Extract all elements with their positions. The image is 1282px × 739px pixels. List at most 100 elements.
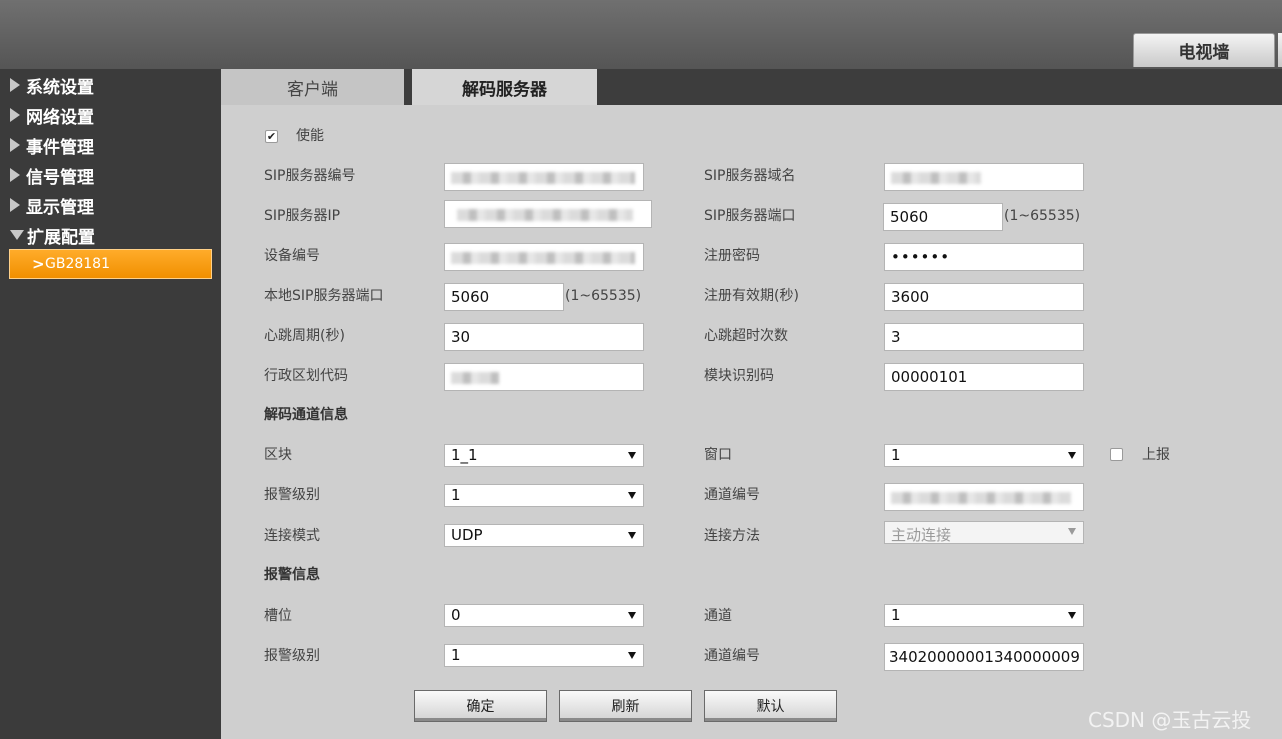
sidebar-item-extension-config[interactable]: 扩展配置	[10, 220, 210, 250]
sidebar-item-signal-management[interactable]: 信号管理	[10, 160, 210, 190]
tab-tv-wall[interactable]: 电视墙	[1133, 33, 1275, 67]
local-sip-port-input[interactable]: 5060	[444, 283, 564, 311]
connect-method-select: 主动连接	[884, 521, 1084, 544]
device-id-input[interactable]	[444, 243, 644, 271]
slot-select-value: 0	[451, 606, 461, 624]
admin-region-code-input[interactable]	[444, 363, 644, 391]
alarm-level-label: 报警级别	[264, 487, 320, 503]
sidebar-item-event-management[interactable]: 事件管理	[10, 130, 210, 160]
channel-select-value: 1	[891, 606, 901, 624]
heartbeat-timeout-input[interactable]: 3	[884, 323, 1084, 351]
chevron-right-icon	[10, 78, 20, 92]
chevron-right-icon	[10, 138, 20, 152]
window-select[interactable]: 1	[884, 444, 1084, 467]
redacted-value	[451, 252, 635, 264]
sip-server-id-label: SIP服务器编号	[264, 168, 356, 184]
sidebar-item-label: 系统设置	[26, 77, 94, 98]
chevron-down-icon	[10, 230, 24, 240]
top-bar	[0, 0, 1282, 69]
channel-id-label: 通道编号	[704, 487, 760, 503]
register-validity-label: 注册有效期(秒)	[704, 288, 799, 304]
channel-select[interactable]: 1	[884, 604, 1084, 627]
connect-method-select-value: 主动连接	[891, 526, 952, 544]
chevron-right-icon: >	[32, 255, 45, 273]
enable-checkbox[interactable]: ✔	[265, 130, 278, 143]
window-label: 窗口	[704, 447, 732, 463]
chevron-right-icon	[10, 168, 20, 182]
alarm-level-select-value: 1	[451, 486, 461, 504]
tab-stub	[1278, 33, 1282, 67]
tab-decode-server[interactable]: 解码服务器	[412, 69, 597, 105]
refresh-button[interactable]: 刷新	[559, 690, 692, 722]
dropdown-arrow-icon	[628, 532, 636, 539]
connect-mode-select[interactable]: UDP	[444, 524, 644, 547]
sidebar-item-network-settings[interactable]: 网络设置	[10, 100, 210, 130]
local-sip-port-label: 本地SIP服务器端口	[264, 288, 384, 304]
redacted-value	[451, 172, 635, 184]
register-validity-input[interactable]: 3600	[884, 283, 1084, 311]
decode-channel-section-title: 解码通道信息	[264, 407, 348, 423]
heartbeat-period-label: 心跳周期(秒)	[264, 328, 345, 344]
chevron-right-icon	[10, 198, 20, 212]
sidebar: 系统设置 网络设置 事件管理 信号管理 显示管理 扩展配置 > GB28181	[0, 69, 221, 739]
tab-client[interactable]: 客户端	[221, 69, 404, 105]
module-id-code-label: 模块识别码	[704, 368, 774, 384]
sidebar-item-label: 显示管理	[26, 197, 94, 218]
sidebar-item-label: 事件管理	[26, 137, 94, 158]
default-button[interactable]: 默认	[704, 690, 837, 722]
dropdown-arrow-icon	[1068, 528, 1076, 535]
register-password-input[interactable]: ••••••	[884, 243, 1084, 271]
sip-server-ip-label: SIP服务器IP	[264, 208, 341, 224]
admin-region-code-label: 行政区划代码	[264, 368, 348, 384]
alarm-level-2-label: 报警级别	[264, 648, 320, 664]
heartbeat-timeout-label: 心跳超时次数	[704, 328, 788, 344]
alarm-level-2-select[interactable]: 1	[444, 644, 644, 667]
module-id-code-input[interactable]: 00000101	[884, 363, 1084, 391]
sip-server-id-input[interactable]	[444, 163, 644, 191]
sip-server-domain-input[interactable]	[884, 163, 1084, 191]
connect-method-label: 连接方法	[704, 528, 760, 544]
redacted-value	[451, 372, 499, 384]
ok-button[interactable]: 确定	[414, 690, 547, 722]
dropdown-arrow-icon	[628, 492, 636, 499]
sip-server-port-range: (1~65535)	[1004, 208, 1081, 224]
channel-label: 通道	[704, 608, 732, 624]
block-select[interactable]: 1_1	[444, 444, 644, 467]
slot-select[interactable]: 0	[444, 604, 644, 627]
device-id-label: 设备编号	[264, 248, 320, 264]
watermark: CSDN @玉古云投	[1088, 708, 1252, 732]
channel-id-input[interactable]	[884, 483, 1084, 511]
heartbeat-period-input[interactable]: 30	[444, 323, 644, 351]
sip-server-domain-label: SIP服务器域名	[704, 168, 796, 184]
sidebar-subitem-gb28181[interactable]: > GB28181	[9, 249, 212, 279]
register-password-label: 注册密码	[704, 248, 760, 264]
sidebar-item-display-management[interactable]: 显示管理	[10, 190, 210, 220]
sip-server-ip-input[interactable]	[444, 200, 652, 228]
dropdown-arrow-icon	[628, 612, 636, 619]
alarm-level-select[interactable]: 1	[444, 484, 644, 507]
alarm-level-2-select-value: 1	[451, 646, 461, 664]
block-select-value: 1_1	[451, 446, 478, 464]
sip-server-port-input[interactable]: 5060	[883, 203, 1003, 231]
dropdown-arrow-icon	[628, 652, 636, 659]
window-select-value: 1	[891, 446, 901, 464]
sidebar-item-label: 扩展配置	[27, 227, 95, 248]
sidebar-item-label: 信号管理	[26, 167, 94, 188]
dropdown-arrow-icon	[1068, 612, 1076, 619]
sidebar-item-system-settings[interactable]: 系统设置	[10, 70, 210, 100]
redacted-value	[457, 209, 633, 221]
alarm-info-section-title: 报警信息	[264, 567, 320, 583]
report-label: 上报	[1142, 447, 1170, 463]
sidebar-subitem-label: GB28181	[45, 256, 110, 272]
redacted-value	[891, 492, 1071, 504]
dropdown-arrow-icon	[628, 452, 636, 459]
connect-mode-select-value: UDP	[451, 526, 483, 544]
sip-server-port-label: SIP服务器端口	[704, 208, 796, 224]
report-checkbox[interactable]	[1110, 448, 1123, 461]
block-label: 区块	[264, 447, 292, 463]
connect-mode-label: 连接模式	[264, 528, 320, 544]
channel-id-2-input[interactable]: 34020000001340000009	[884, 643, 1084, 671]
local-sip-port-range: (1~65535)	[565, 288, 642, 304]
dropdown-arrow-icon	[1068, 452, 1076, 459]
slot-label: 槽位	[264, 608, 292, 624]
